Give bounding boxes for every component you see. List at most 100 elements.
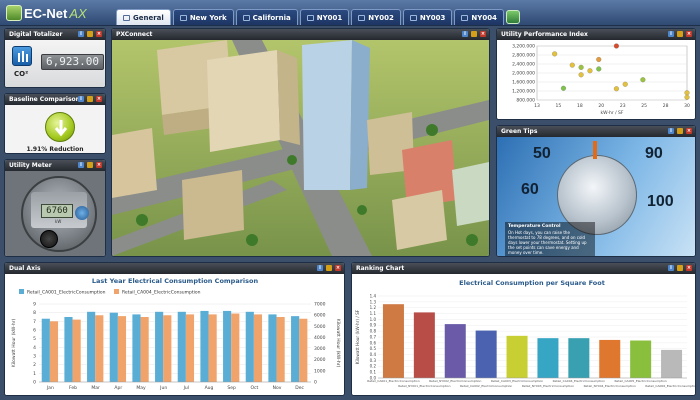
close-icon[interactable]: × (686, 265, 692, 271)
minimize-icon[interactable] (677, 128, 683, 134)
info-icon[interactable]: i (317, 265, 323, 271)
scatter-point (613, 86, 619, 92)
tab-new-york[interactable]: New York (172, 9, 234, 25)
y-tick-label: 1.0 (370, 317, 377, 322)
bar (87, 311, 96, 382)
tab-california[interactable]: California (235, 9, 298, 25)
scatter-point (596, 56, 602, 63)
close-icon[interactable]: × (480, 31, 486, 37)
tab-ny002[interactable]: NY002 (351, 9, 401, 25)
tab-label: General (133, 13, 164, 22)
bar (163, 315, 172, 382)
y-tick-label: 0.2 (370, 364, 377, 369)
scatter-point (569, 62, 575, 68)
panel-header: Digital Totalizer i × (5, 29, 105, 40)
info-icon[interactable]: i (78, 162, 84, 168)
x-tick-label: Sep (227, 385, 236, 391)
tab-label: NY002 (368, 13, 394, 22)
y-right-tick-label: 2000 (314, 357, 326, 363)
tab-ny004[interactable]: NY004 (454, 9, 504, 25)
y-right-tick-label: 5000 (314, 324, 326, 330)
y-tick-label: 0.4 (370, 352, 377, 357)
dial-number: 50 (533, 145, 551, 162)
tab-ny001[interactable]: NY001 (299, 9, 350, 25)
minimize-icon[interactable] (471, 31, 477, 37)
info-icon[interactable]: i (78, 31, 84, 37)
tab-bar: General New York California NY001 NY002 NY003… (116, 9, 520, 25)
digital-totalizer-panel: Digital Totalizer i × CO² 6,923.00 (4, 28, 106, 88)
close-icon[interactable]: × (96, 31, 102, 37)
bar (49, 321, 59, 382)
minimize-icon[interactable] (677, 31, 683, 37)
x-tick-label: Jun (159, 385, 167, 391)
dual-axis-bar-chart: Last Year Electrical Consumption Compari… (11, 277, 341, 391)
close-icon[interactable]: × (96, 96, 102, 102)
performance-scatter-chart: 3,200.000 2,800.000 2,400.000 2,000.000 1,60… (512, 43, 690, 116)
tab-page-icon (409, 14, 417, 21)
bar (299, 318, 308, 382)
meter-knob-icon (75, 206, 89, 220)
info-icon[interactable]: i (668, 128, 674, 134)
y-tick-label: 800.000 (516, 98, 535, 104)
info-icon[interactable]: i (78, 96, 84, 102)
meter-gauge: 6760 kW (21, 176, 97, 252)
scatter-point (578, 64, 584, 70)
info-icon[interactable]: i (668, 265, 674, 271)
minimize-icon[interactable] (87, 162, 93, 168)
scatter-point (622, 81, 628, 87)
y-tick-label: 3 (33, 354, 36, 360)
tab-page-icon (179, 14, 187, 21)
tab-page-icon (461, 14, 469, 21)
tab-general[interactable]: General (116, 9, 171, 25)
add-tab-icon[interactable] (505, 10, 520, 24)
y-right-tick-label: 0 (314, 380, 317, 386)
bar (140, 317, 149, 382)
y-right-tick-label: 6000 (314, 313, 326, 319)
y-tick-label: 2,400.000 (512, 62, 535, 68)
x-axis-label: kW-hr / SF (600, 110, 623, 116)
scatter-point (684, 94, 690, 100)
bar (231, 313, 240, 382)
building-icon (12, 46, 32, 66)
minimize-icon[interactable] (326, 265, 332, 271)
info-icon[interactable]: i (668, 31, 674, 37)
minimize-icon[interactable] (87, 31, 93, 37)
y-tick-label: 1.3 (370, 299, 377, 304)
green-tips-panel: Green Tips i × 50 60 90 100 Temperature C… (496, 125, 696, 257)
tab-page-icon (306, 14, 314, 21)
panel-header: Green Tips i × (497, 126, 695, 137)
x-tick-label: Retail_NY002_ElectricConsumption (429, 379, 481, 383)
x-tick-label: Jul (183, 385, 189, 391)
x-tick-label: Oct (250, 385, 258, 391)
scatter-point (684, 90, 690, 96)
scatter-point (578, 72, 584, 78)
bar (117, 316, 127, 382)
thermostat-needle (593, 141, 597, 159)
tab-ny003[interactable]: NY003 (402, 9, 453, 25)
close-icon[interactable]: × (96, 162, 102, 168)
legend-label: Retail_CA001_ElectricConsumption (27, 290, 106, 296)
close-icon[interactable]: × (686, 31, 692, 37)
close-icon[interactable]: × (335, 265, 341, 271)
close-icon[interactable]: × (686, 128, 692, 134)
y-axis-label: Kilowatt Hour (kW-hr) / SF (355, 309, 360, 364)
x-tick-label: 25 (641, 103, 647, 109)
panel-title: Digital Totalizer (9, 31, 63, 38)
y-tick-label: 0.8 (370, 329, 377, 334)
y-tick-label: 8 (33, 310, 36, 316)
minimize-icon[interactable] (87, 96, 93, 102)
info-icon[interactable]: i (462, 31, 468, 37)
app-name: EC-Net (24, 5, 68, 21)
bar (276, 317, 285, 382)
minimize-icon[interactable] (677, 265, 683, 271)
x-tick-label: Retail_CA004_ElectricConsumption (553, 379, 605, 383)
city-map-image[interactable] (112, 40, 489, 256)
bar (200, 310, 209, 382)
x-tick-label: Mar (91, 385, 100, 391)
x-tick-label: Retail_NY003_ElectricConsumption (522, 384, 574, 388)
x-tick-label: May (136, 385, 146, 391)
x-tick-label: 23 (620, 103, 626, 109)
y-tick-label: 0.6 (370, 340, 377, 345)
bar (132, 314, 141, 382)
tips-caption-text: On Hot days, you can raise the thermosta… (508, 230, 587, 255)
